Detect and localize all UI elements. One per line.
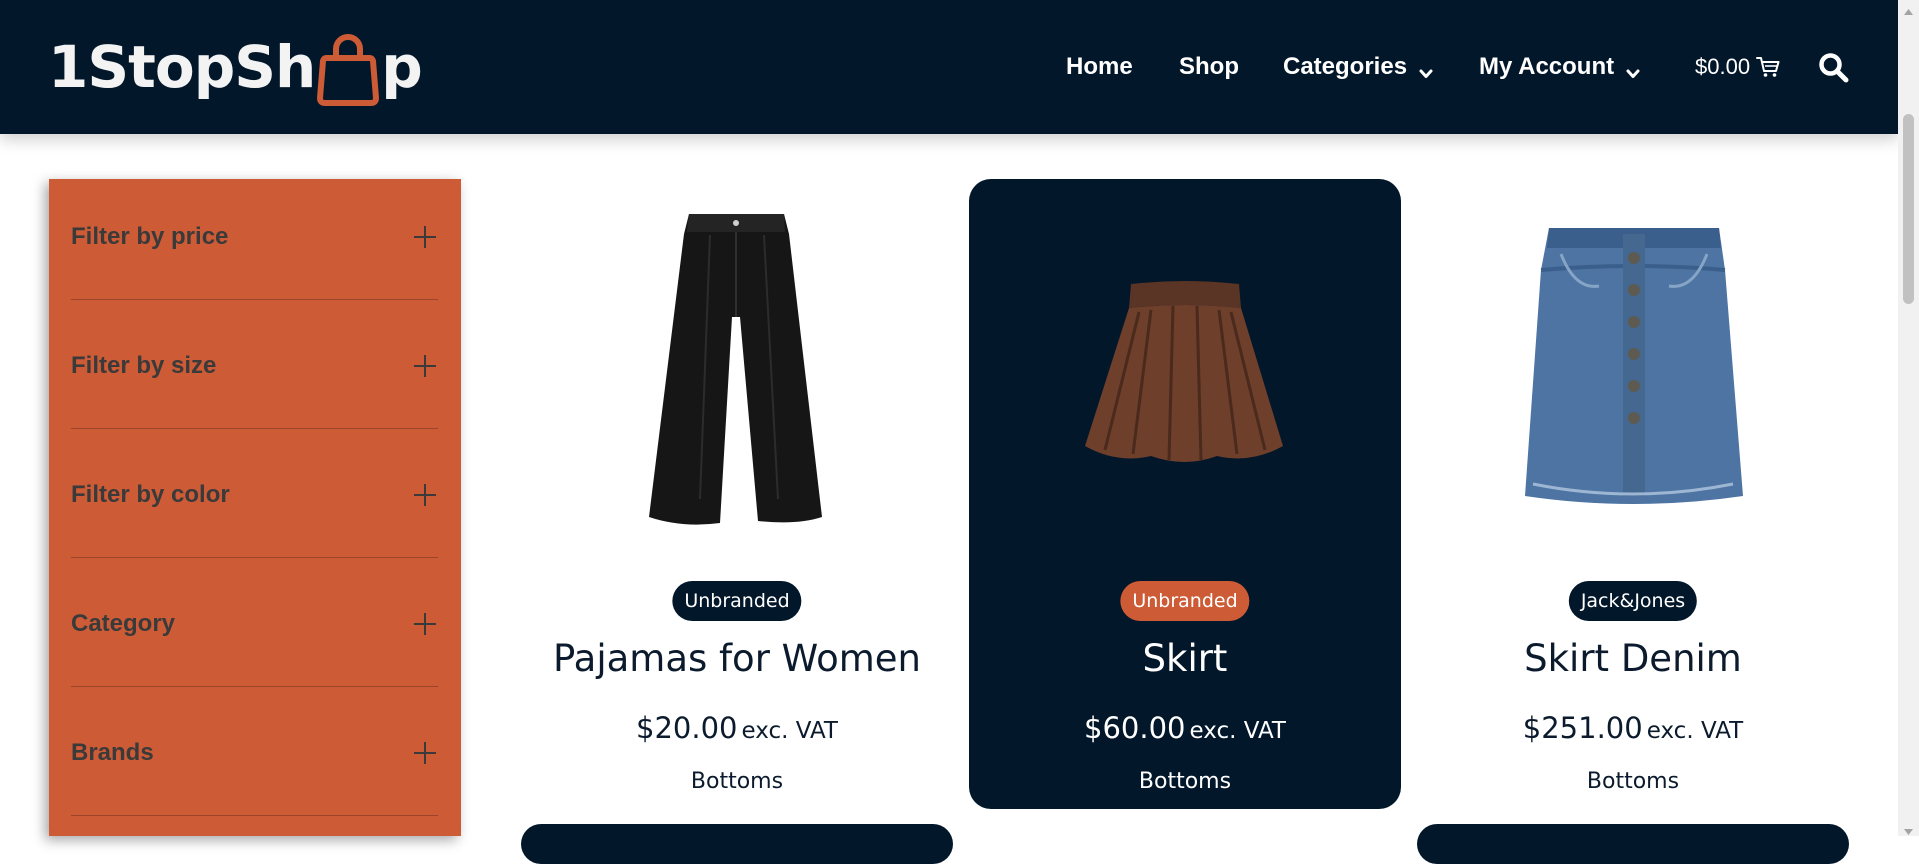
product-name[interactable]: Skirt Denim: [1417, 637, 1849, 680]
filter-size[interactable]: Filter by size: [71, 335, 438, 429]
cart-amount: $0.00: [1695, 54, 1751, 79]
product-card[interactable]: [521, 824, 953, 864]
plus-icon: [412, 611, 438, 637]
filter-color-label: Filter by color: [71, 481, 230, 508]
product-name[interactable]: Skirt: [969, 637, 1401, 680]
product-price: $251.00 exc. VAT: [1417, 711, 1849, 745]
product-image[interactable]: [521, 214, 953, 525]
plus-icon: [412, 224, 438, 250]
logo-text-right: p: [381, 33, 423, 101]
filter-color[interactable]: Filter by color: [71, 464, 438, 558]
brand-badge[interactable]: Jack&Jones: [1568, 581, 1698, 621]
shopping-cart-icon: [1756, 56, 1780, 78]
product-card[interactable]: [1417, 824, 1849, 864]
nav-categories-label: Categories: [1283, 53, 1408, 80]
product-image[interactable]: [1417, 219, 1849, 509]
price-amount: $251.00: [1522, 711, 1643, 745]
product-category[interactable]: Bottoms: [521, 769, 953, 794]
site-header: 1StopSh p Home Shop Categories My Accoun…: [0, 0, 1898, 134]
filter-brands[interactable]: Brands: [71, 722, 438, 816]
nav-categories[interactable]: Categories: [1283, 0, 1433, 134]
nav-home-label: Home: [1066, 53, 1133, 80]
nav-home[interactable]: Home: [1066, 0, 1133, 134]
filter-category-label: Category: [71, 610, 176, 637]
scrollbar-thumb[interactable]: [1903, 114, 1914, 304]
plus-icon: [412, 740, 438, 766]
filter-price-label: Filter by price: [71, 223, 229, 250]
filter-brands-label: Brands: [71, 739, 154, 766]
product-card[interactable]: Jack&Jones Skirt Denim $251.00 exc. VAT B…: [1417, 179, 1849, 809]
nav-shop-label: Shop: [1179, 53, 1239, 80]
search-icon: [1818, 52, 1849, 83]
product-image[interactable]: [969, 219, 1401, 509]
brand-badge[interactable]: Unbranded: [1120, 581, 1250, 621]
product-card[interactable]: Unbranded Skirt $60.00 exc. VAT Bottoms: [969, 179, 1401, 809]
product-card[interactable]: Unbranded Pajamas for Women $20.00 exc. V…: [521, 179, 953, 809]
chevron-down-icon: [1419, 60, 1433, 78]
vat-label: exc. VAT: [1189, 718, 1286, 744]
vat-label: exc. VAT: [1646, 718, 1744, 744]
filter-price[interactable]: Filter by price: [71, 206, 438, 300]
product-price: $20.00 exc. VAT: [521, 711, 953, 745]
shopping-bag-icon: [317, 32, 380, 106]
nav-my-account[interactable]: My Account: [1479, 0, 1640, 134]
site-logo[interactable]: 1StopSh p: [48, 22, 423, 112]
scroll-down-arrow-icon[interactable]: [1903, 822, 1914, 835]
product-name[interactable]: Pajamas for Women: [521, 637, 953, 680]
chevron-down-icon: [1626, 60, 1640, 78]
nav-my-account-label: My Account: [1479, 53, 1615, 80]
product-price: $60.00 exc. VAT: [969, 711, 1401, 745]
price-amount: $60.00: [1084, 711, 1186, 745]
price-amount: $20.00: [636, 711, 738, 745]
filter-size-label: Filter by size: [71, 352, 217, 379]
plus-icon: [412, 353, 438, 379]
product-category[interactable]: Bottoms: [969, 769, 1401, 794]
vat-label: exc. VAT: [741, 718, 838, 744]
logo-text-left: 1StopSh: [48, 33, 316, 101]
filter-category[interactable]: Category: [71, 593, 438, 687]
nav-shop[interactable]: Shop: [1179, 0, 1239, 134]
brand-badge[interactable]: Unbranded: [672, 581, 802, 621]
cart-link[interactable]: $0.00: [1695, 0, 1780, 134]
filter-sidebar: Filter by price Filter by size Filter by…: [49, 179, 461, 836]
product-category[interactable]: Bottoms: [1417, 769, 1849, 794]
scroll-up-arrow-icon[interactable]: [1903, 2, 1914, 15]
plus-icon: [412, 482, 438, 508]
search-button[interactable]: [1818, 0, 1849, 134]
